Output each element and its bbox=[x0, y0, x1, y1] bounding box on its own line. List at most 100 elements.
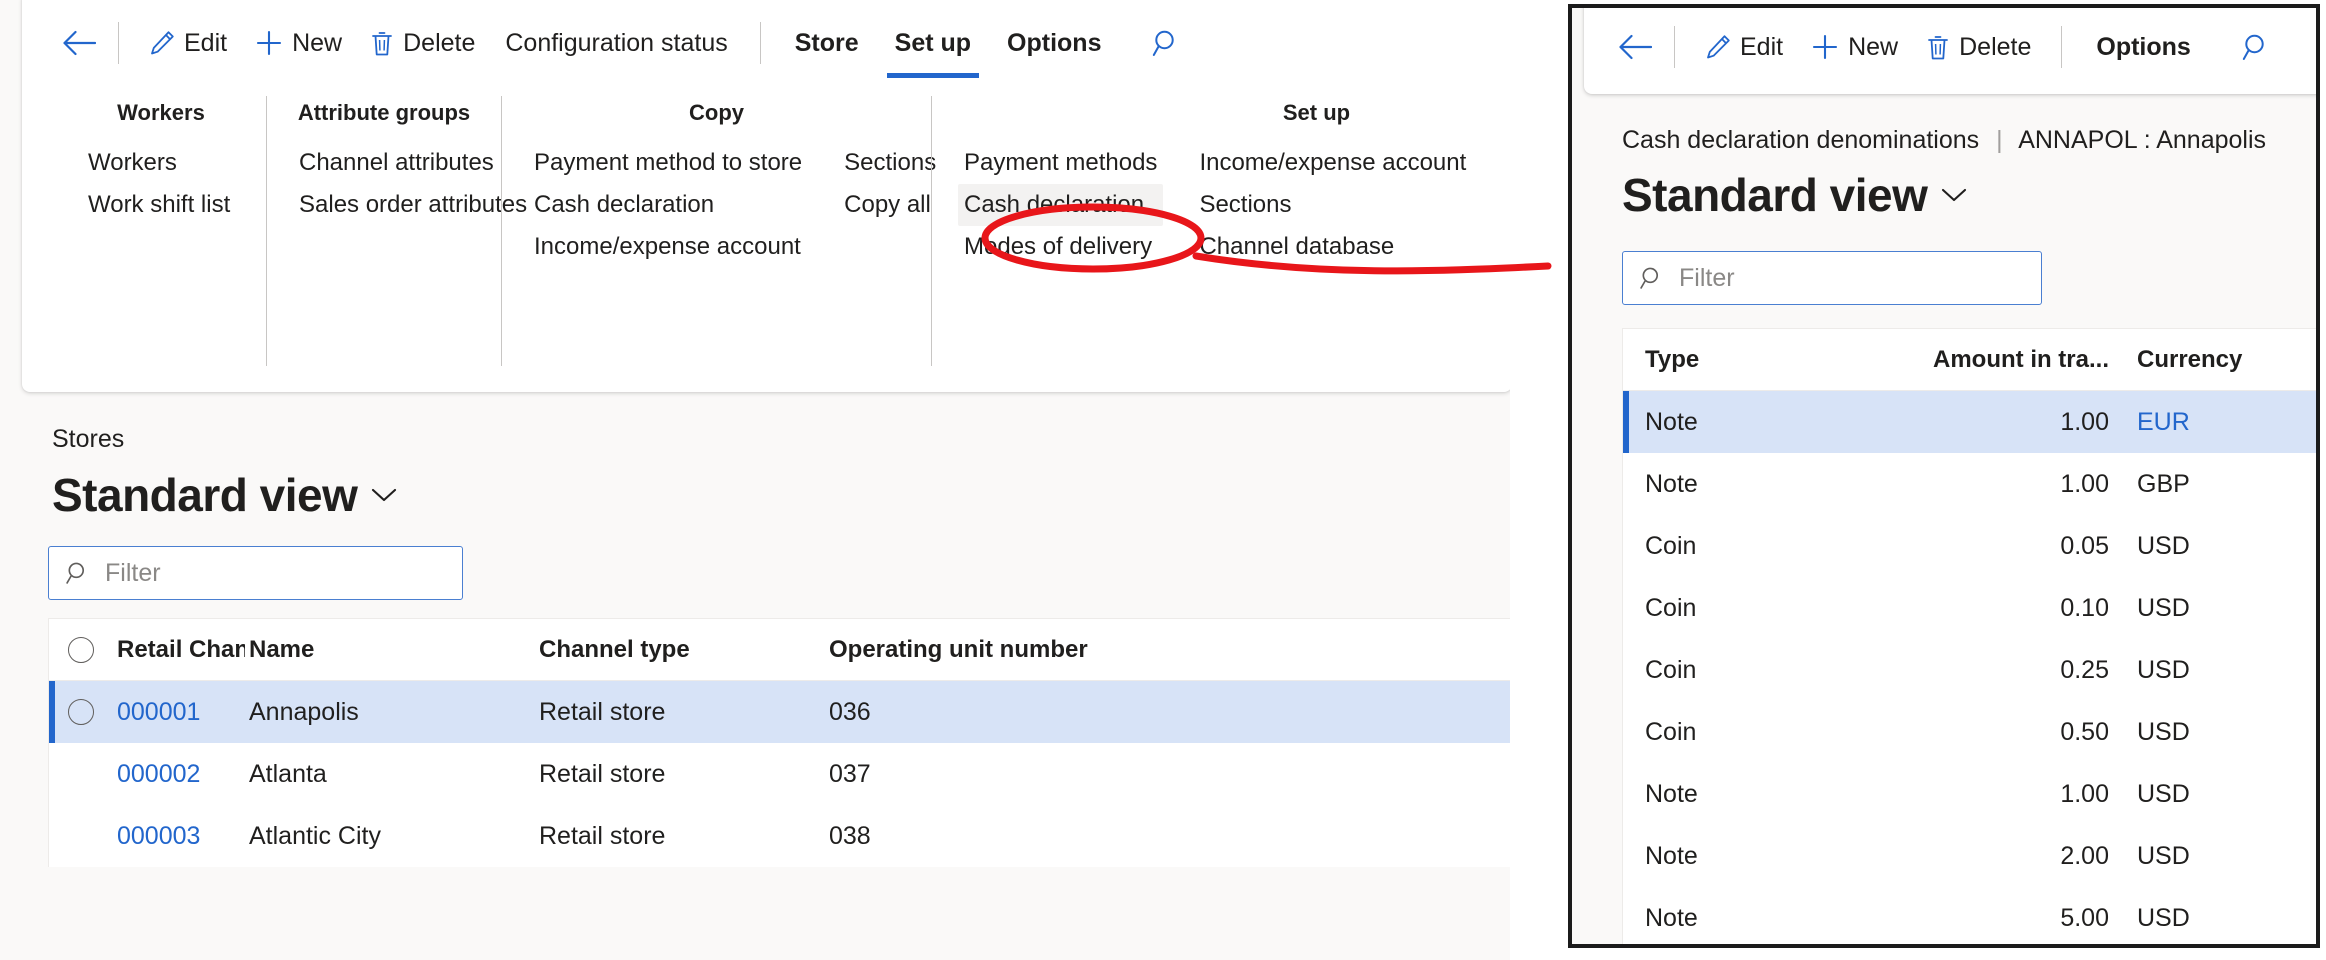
tab-store[interactable]: Store bbox=[777, 12, 877, 74]
table-row[interactable]: Note 1.00 USD bbox=[1623, 763, 2320, 825]
menu-column: Channel attributes Sales order attribute… bbox=[293, 142, 533, 226]
column-header-retail-channel-id[interactable]: Retail Channel Id bbox=[113, 636, 245, 664]
table-row[interactable]: Coin 0.25 USD bbox=[1623, 639, 2320, 701]
search-icon bbox=[2242, 32, 2272, 62]
pencil-icon bbox=[1705, 34, 1731, 60]
view-selector[interactable]: Standard view bbox=[52, 468, 397, 522]
column-header-channel-type[interactable]: Channel type bbox=[535, 636, 825, 664]
menu-item-copy-sections[interactable]: Sections bbox=[838, 142, 942, 184]
menu-column: Income/expense account Sections Channel … bbox=[1193, 142, 1472, 268]
screenshot-root: Edit New bbox=[0, 0, 2326, 960]
edit-button-label: Edit bbox=[184, 29, 227, 58]
chevron-down-icon bbox=[1941, 187, 1967, 203]
tab-set-up[interactable]: Set up bbox=[877, 12, 989, 74]
table-row[interactable]: 000003 Atlantic City Retail store 038 bbox=[49, 805, 1510, 867]
menu-item-modes-of-delivery[interactable]: Modes of delivery bbox=[958, 226, 1163, 268]
menu-group-attribute-groups: Attribute groups Channel attributes Sale… bbox=[266, 96, 501, 366]
menu-item-copy-cash-declaration[interactable]: Cash declaration bbox=[528, 184, 808, 226]
cell-amount: 0.50 bbox=[1933, 718, 2121, 747]
menu-item-payment-methods[interactable]: Payment methods bbox=[958, 142, 1163, 184]
table-row[interactable]: Note 1.00 GBP bbox=[1623, 453, 2320, 515]
cell-retail-channel-id[interactable]: 000002 bbox=[113, 760, 245, 789]
select-all-radio[interactable] bbox=[68, 637, 94, 663]
stores-grid: Retail Channel Id Name Channel type Oper… bbox=[48, 618, 1510, 867]
menu-item-channel-database[interactable]: Channel database bbox=[1193, 226, 1472, 268]
menu-item-copy-income-expense-account[interactable]: Income/expense account bbox=[528, 226, 808, 268]
arrow-left-icon bbox=[62, 30, 96, 56]
menu-item-work-shift-list[interactable]: Work shift list bbox=[82, 184, 236, 226]
cell-amount: 0.05 bbox=[1933, 532, 2121, 561]
new-button[interactable]: New bbox=[241, 17, 356, 69]
page-title: Standard view bbox=[52, 468, 357, 522]
menu-item-workers[interactable]: Workers bbox=[82, 142, 236, 184]
cell-amount: 0.10 bbox=[1933, 594, 2121, 623]
table-row[interactable]: 000002 Atlanta Retail store 037 bbox=[49, 743, 1510, 805]
delete-button[interactable]: Delete bbox=[1912, 21, 2045, 73]
edit-button[interactable]: Edit bbox=[1691, 21, 1797, 73]
breadcrumb-separator: | bbox=[1986, 126, 2013, 154]
cell-currency: USD bbox=[2121, 780, 2301, 809]
table-row[interactable]: 000001 Annapolis Retail store 036 bbox=[49, 681, 1510, 743]
row-select-cell[interactable] bbox=[49, 699, 113, 725]
denominations-filter-box[interactable] bbox=[1622, 251, 2042, 305]
column-header-operating-unit-number[interactable]: Operating unit number bbox=[825, 636, 1125, 664]
new-button-label: New bbox=[292, 29, 342, 58]
menu-item-setup-income-expense-account[interactable]: Income/expense account bbox=[1193, 142, 1472, 184]
cell-retail-channel-id[interactable]: 000001 bbox=[113, 698, 245, 727]
action-pane-toolbar: Edit New bbox=[22, 0, 1510, 86]
configuration-status-button[interactable]: Configuration status bbox=[489, 17, 743, 69]
arrow-left-icon bbox=[1618, 34, 1652, 60]
tab-options[interactable]: Options bbox=[989, 12, 1119, 74]
column-header-type[interactable]: Type bbox=[1623, 346, 1933, 374]
table-row[interactable]: Note 5.00 USD bbox=[1623, 887, 2320, 948]
new-button[interactable]: New bbox=[1797, 21, 1912, 73]
cell-retail-channel-id[interactable]: 000003 bbox=[113, 822, 245, 851]
page-title: Standard view bbox=[1622, 168, 1927, 222]
cell-type: Note bbox=[1623, 904, 1933, 933]
page-caption: Stores bbox=[52, 425, 124, 454]
column-header-currency[interactable]: Currency bbox=[2121, 346, 2301, 374]
back-button[interactable] bbox=[56, 20, 102, 66]
delete-button-label: Delete bbox=[1959, 33, 2031, 62]
menu-item-copy-all[interactable]: Copy all bbox=[838, 184, 942, 226]
cell-type: Coin bbox=[1623, 718, 1933, 747]
table-row[interactable]: Coin 0.05 USD bbox=[1623, 515, 2320, 577]
menu-item-payment-method-to-store[interactable]: Payment method to store bbox=[528, 142, 808, 184]
edit-button[interactable]: Edit bbox=[135, 17, 241, 69]
menu-item-setup-cash-declaration[interactable]: Cash declaration bbox=[958, 184, 1163, 226]
back-button[interactable] bbox=[1612, 24, 1658, 70]
toolbar-search-button[interactable] bbox=[1139, 17, 1195, 69]
cell-currency: USD bbox=[2121, 532, 2301, 561]
table-row[interactable]: Coin 0.50 USD bbox=[1623, 701, 2320, 763]
tab-options[interactable]: Options bbox=[2078, 16, 2208, 78]
denominations-filter-input[interactable] bbox=[1677, 263, 1997, 294]
menu-group-title: Attribute groups bbox=[293, 96, 475, 142]
toolbar-divider-2 bbox=[760, 22, 761, 64]
stores-filter-box[interactable] bbox=[48, 546, 463, 600]
menu-group-workers: Workers Workers Work shift list bbox=[56, 96, 266, 366]
menu-item-channel-attributes[interactable]: Channel attributes bbox=[293, 142, 533, 184]
menu-item-setup-sections[interactable]: Sections bbox=[1193, 184, 1472, 226]
stores-filter-input[interactable] bbox=[103, 558, 423, 589]
delete-button[interactable]: Delete bbox=[356, 17, 489, 69]
table-row[interactable]: Note 2.00 USD bbox=[1623, 825, 2320, 887]
toolbar-divider-1 bbox=[118, 22, 119, 64]
new-button-label: New bbox=[1848, 33, 1898, 62]
toolbar-search-button[interactable] bbox=[2229, 21, 2285, 73]
cell-currency[interactable]: EUR bbox=[2121, 408, 2301, 437]
menu-column: Payment methods Cash declaration Modes o… bbox=[958, 142, 1163, 268]
search-icon bbox=[1152, 28, 1182, 58]
pencil-icon bbox=[149, 30, 175, 56]
cell-currency: USD bbox=[2121, 904, 2301, 933]
menu-item-sales-order-attributes[interactable]: Sales order attributes bbox=[293, 184, 533, 226]
edit-button-label: Edit bbox=[1740, 33, 1783, 62]
column-header-amount-in-transaction-currency[interactable]: Amount in tra... bbox=[1933, 346, 2121, 374]
right-action-pane-toolbar: Edit New bbox=[1584, 10, 2320, 84]
select-all-cell[interactable] bbox=[49, 637, 113, 663]
table-row[interactable]: Note 1.00 EUR bbox=[1623, 391, 2320, 453]
row-select-radio[interactable] bbox=[68, 699, 94, 725]
column-header-name[interactable]: Name bbox=[245, 636, 535, 664]
trash-icon bbox=[370, 30, 394, 57]
view-selector[interactable]: Standard view bbox=[1622, 168, 1967, 222]
table-row[interactable]: Coin 0.10 USD bbox=[1623, 577, 2320, 639]
